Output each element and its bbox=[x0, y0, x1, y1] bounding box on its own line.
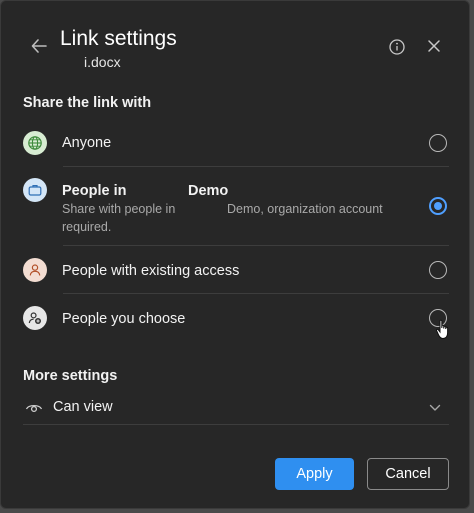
info-button[interactable] bbox=[384, 34, 410, 60]
option-label: Anyone bbox=[62, 135, 112, 151]
briefcase-icon bbox=[23, 178, 47, 202]
option-description: Share with people in bbox=[62, 202, 176, 216]
org-name: Demo bbox=[188, 183, 229, 199]
more-settings-label: More settings bbox=[23, 368, 118, 384]
option-label: People with existing access bbox=[62, 263, 240, 279]
cancel-button[interactable]: Cancel bbox=[367, 458, 449, 490]
file-name: i.docx bbox=[84, 54, 121, 70]
share-section-label: Share the link with bbox=[23, 95, 152, 111]
radio-people-in-org[interactable] bbox=[429, 197, 447, 215]
close-icon bbox=[428, 40, 440, 52]
person-icon bbox=[23, 258, 47, 282]
permission-label: Can view bbox=[53, 399, 113, 415]
person-add-icon bbox=[23, 306, 47, 330]
info-icon bbox=[389, 39, 405, 55]
back-button[interactable] bbox=[25, 31, 55, 61]
radio-anyone[interactable] bbox=[429, 134, 447, 152]
option-people-you-choose[interactable]: People you choose bbox=[15, 294, 465, 342]
close-button[interactable] bbox=[422, 34, 446, 58]
apply-button[interactable]: Apply bbox=[275, 458, 354, 490]
option-label: People you choose bbox=[62, 311, 186, 327]
option-anyone[interactable]: Anyone bbox=[15, 119, 465, 165]
option-people-in-org[interactable]: People in Demo Share with people in Demo… bbox=[15, 167, 465, 245]
option-existing-access[interactable]: People with existing access bbox=[15, 246, 465, 293]
globe-icon bbox=[23, 131, 47, 155]
option-label: People in bbox=[62, 183, 127, 199]
dialog-title: Link settings bbox=[60, 27, 177, 50]
radio-existing-access[interactable] bbox=[429, 261, 447, 279]
option-description-end: required. bbox=[62, 220, 112, 234]
divider bbox=[23, 424, 449, 425]
radio-people-you-choose[interactable] bbox=[429, 309, 447, 327]
link-settings-dialog: Link settings i.docx Share the link with… bbox=[0, 0, 470, 509]
arrow-left-icon bbox=[31, 39, 47, 53]
option-description-org: Demo, organization account bbox=[227, 202, 383, 216]
chevron-down-icon bbox=[429, 404, 441, 411]
permission-dropdown[interactable]: Can view bbox=[15, 393, 451, 423]
eye-icon bbox=[25, 404, 43, 413]
